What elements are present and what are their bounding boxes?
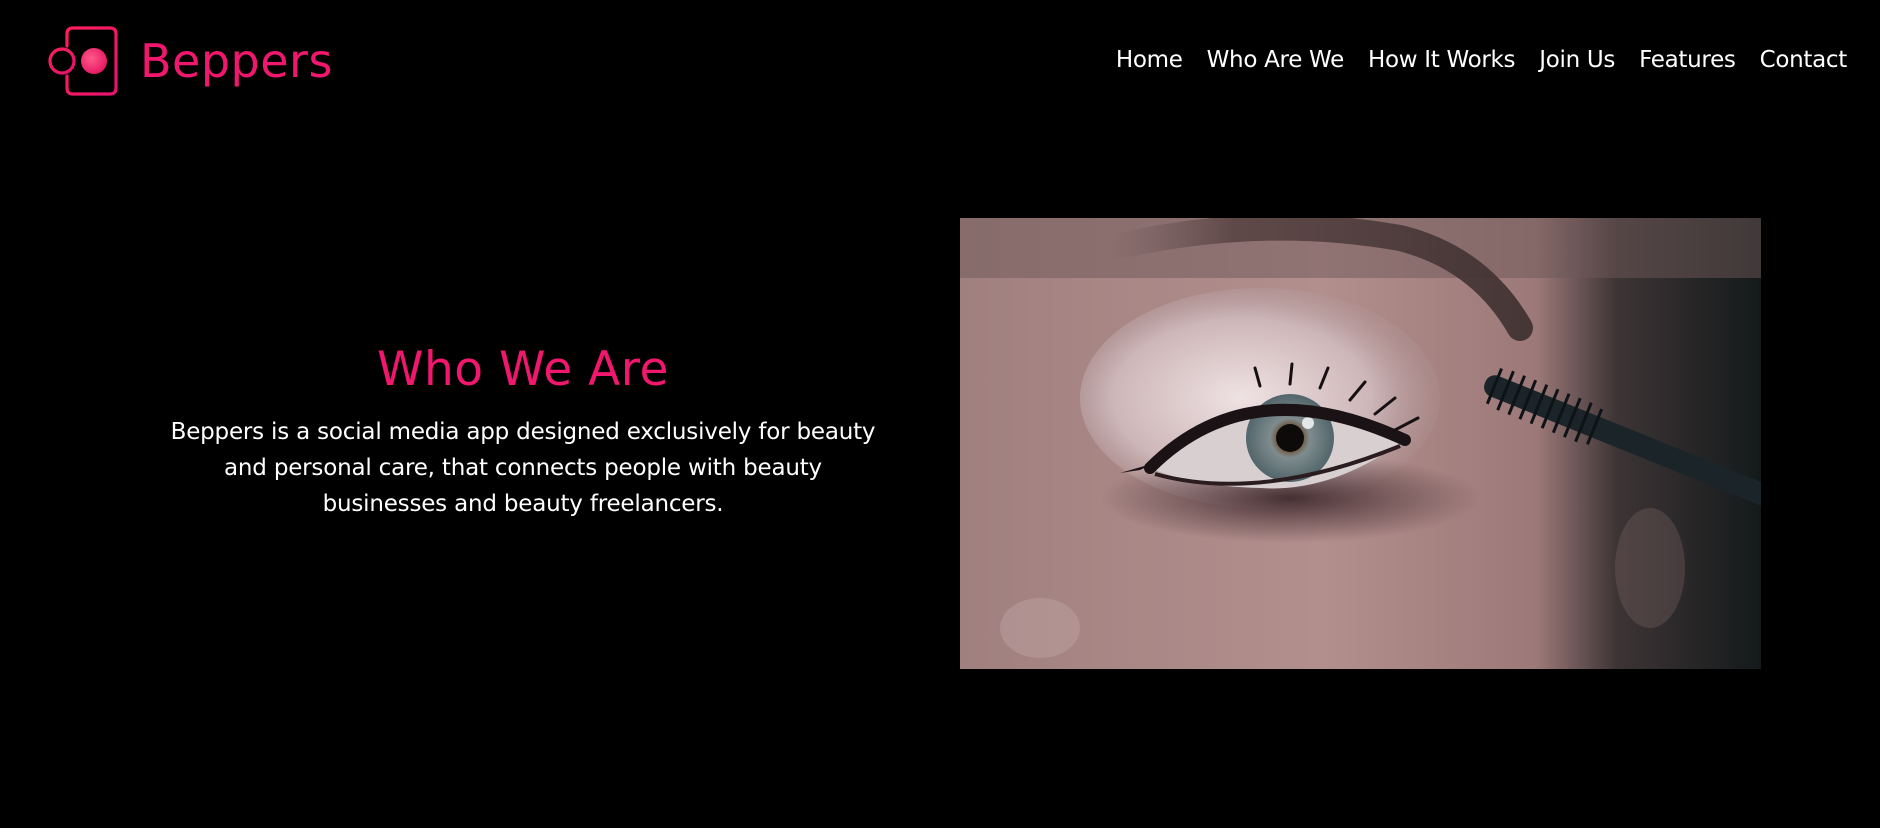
nav-link-who-are-we[interactable]: Who Are We	[1207, 42, 1345, 78]
site-header: Beppers Home Who Are We How It Works Joi…	[0, 0, 1880, 120]
about-title: Who We Are	[377, 342, 669, 397]
nav-link-how-it-works[interactable]: How It Works	[1368, 42, 1516, 78]
brand-home-link[interactable]: Beppers	[46, 26, 333, 96]
eye-makeup-photo	[960, 218, 1761, 669]
main-nav: Home Who Are We How It Works Join Us Fea…	[1116, 42, 1847, 78]
about-text-block: Who We Are Beppers is a social media app…	[160, 338, 886, 522]
beppers-logo-icon	[48, 26, 118, 96]
eye-makeup-illustration	[960, 218, 1761, 669]
nav-link-home[interactable]: Home	[1116, 42, 1183, 78]
page: Beppers Home Who Are We How It Works Joi…	[0, 0, 1880, 828]
nav-link-contact[interactable]: Contact	[1760, 42, 1848, 78]
nav-link-join-us[interactable]: Join Us	[1539, 42, 1615, 78]
about-description: Beppers is a social media app designed e…	[170, 419, 876, 517]
brand-name: Beppers	[140, 34, 333, 88]
nav-link-features[interactable]: Features	[1639, 42, 1736, 78]
